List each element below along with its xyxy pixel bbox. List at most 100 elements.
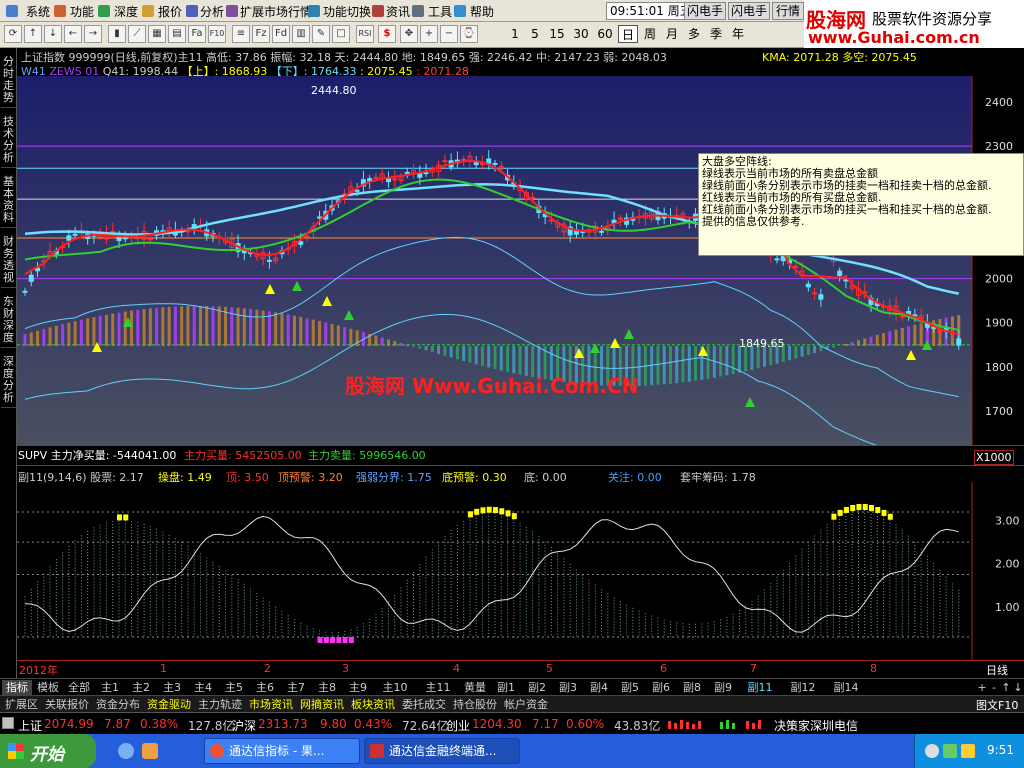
fa-icon[interactable]: Fa bbox=[188, 25, 206, 43]
tab-17[interactable]: 副3 bbox=[553, 680, 583, 695]
tab-nav-3[interactable]: ↓ bbox=[1012, 680, 1024, 695]
flash-button-2[interactable]: 闪电手 bbox=[728, 2, 770, 20]
period-day[interactable]: 日 bbox=[618, 25, 638, 43]
money-icon[interactable]: $ bbox=[378, 25, 396, 43]
tab-deep-analysis[interactable]: 深度分析 bbox=[1, 352, 16, 408]
refresh-icon[interactable]: ⟳ bbox=[4, 25, 22, 43]
tray-icon[interactable] bbox=[925, 744, 939, 758]
tab-technical[interactable]: 技术分析 bbox=[1, 112, 16, 168]
arrow-up-icon[interactable]: ↑ bbox=[24, 25, 42, 43]
tab-nav-2[interactable]: ↑ bbox=[1000, 680, 1012, 695]
ext-tab-0[interactable]: 扩展区 bbox=[2, 697, 41, 712]
period-30min[interactable]: 30 bbox=[570, 25, 592, 43]
tab-12[interactable]: 主10 bbox=[374, 680, 416, 695]
arrow-down-icon[interactable]: ↓ bbox=[44, 25, 62, 43]
table-icon[interactable]: ▤ bbox=[168, 25, 186, 43]
tab-financial[interactable]: 财务透视 bbox=[1, 232, 16, 288]
memo-icon[interactable]: ✎ bbox=[312, 25, 330, 43]
zoom-in-icon[interactable]: + bbox=[420, 25, 438, 43]
tab-21[interactable]: 副8 bbox=[677, 680, 707, 695]
ext-tab-7[interactable]: 板块资讯 bbox=[348, 697, 398, 712]
ext-tab-2[interactable]: 资金分布 bbox=[93, 697, 143, 712]
flash-button-1[interactable]: 闪电手 bbox=[684, 2, 726, 20]
window-icon[interactable]: □ bbox=[332, 25, 350, 43]
menu-system[interactable]: 系统 bbox=[26, 3, 50, 20]
period-60min[interactable]: 60 bbox=[594, 25, 616, 43]
period-quarter[interactable]: 季 bbox=[706, 25, 726, 43]
bar-chart-icon[interactable]: ▥ bbox=[292, 25, 310, 43]
tab-19[interactable]: 副5 bbox=[615, 680, 645, 695]
tab-15[interactable]: 副1 bbox=[491, 680, 521, 695]
task-indicator-window[interactable]: 通达信指标 - 果... bbox=[204, 738, 360, 764]
tab-20[interactable]: 副6 bbox=[646, 680, 676, 695]
tab-2[interactable]: 全部 bbox=[64, 680, 94, 695]
period-15min[interactable]: 15 bbox=[546, 25, 568, 43]
ext-tab-1[interactable]: 关联报价 bbox=[42, 697, 92, 712]
tab-4[interactable]: 主2 bbox=[126, 680, 156, 695]
fz-icon[interactable]: Fz bbox=[252, 25, 270, 43]
tray-network-icon[interactable] bbox=[943, 744, 957, 758]
sub-chart[interactable]: 3.00 2.00 1.00 bbox=[17, 482, 1024, 660]
tab-7[interactable]: 主5 bbox=[219, 680, 249, 695]
zoom-out-icon[interactable]: − bbox=[440, 25, 458, 43]
tab-24[interactable]: 副12 bbox=[782, 680, 824, 695]
menu-depth[interactable]: 深度 bbox=[114, 3, 138, 20]
tab-eastmoney[interactable]: 东财深度 bbox=[1, 292, 16, 348]
menu-switch[interactable]: 功能切换 bbox=[323, 3, 371, 20]
arrow-left-icon[interactable]: ← bbox=[64, 25, 82, 43]
period-1min[interactable]: 1 bbox=[506, 25, 524, 43]
ext-tab-5[interactable]: 市场资讯 bbox=[246, 697, 296, 712]
tab-6[interactable]: 主4 bbox=[188, 680, 218, 695]
tab-8[interactable]: 主6 bbox=[250, 680, 280, 695]
tray-volume-icon[interactable] bbox=[961, 744, 975, 758]
tab-13[interactable]: 主11 bbox=[417, 680, 459, 695]
tab-1[interactable]: 模板 bbox=[33, 680, 63, 695]
history-icon[interactable]: ⌚ bbox=[460, 25, 478, 43]
tab-10[interactable]: 主8 bbox=[312, 680, 342, 695]
start-button[interactable]: 开始 bbox=[0, 734, 96, 768]
candle-icon[interactable]: ▮ bbox=[108, 25, 126, 43]
menu-function[interactable]: 功能 bbox=[70, 3, 94, 20]
fd-icon[interactable]: Fd bbox=[272, 25, 290, 43]
quicklaunch-ie-icon[interactable] bbox=[118, 743, 134, 759]
ext-tab-10[interactable]: 帐户资金 bbox=[501, 697, 551, 712]
ratio-button[interactable]: X1000 bbox=[974, 450, 1014, 465]
menu-quote[interactable]: 报价 bbox=[158, 3, 182, 20]
period-5min[interactable]: 5 bbox=[526, 25, 544, 43]
tab-9[interactable]: 主7 bbox=[281, 680, 311, 695]
move-icon[interactable]: ✥ bbox=[400, 25, 418, 43]
tab-18[interactable]: 副4 bbox=[584, 680, 614, 695]
arrow-right-icon[interactable]: → bbox=[84, 25, 102, 43]
ext-tab-8[interactable]: 委托成交 bbox=[399, 697, 449, 712]
tab-16[interactable]: 副2 bbox=[522, 680, 552, 695]
tab-0[interactable]: 指标 bbox=[2, 680, 32, 695]
menu-news[interactable]: 资讯 bbox=[386, 3, 410, 20]
tab-11[interactable]: 主9 bbox=[343, 680, 373, 695]
tab-nav-0[interactable]: + bbox=[976, 680, 988, 695]
period-month[interactable]: 月 bbox=[662, 25, 682, 43]
ext-tab-6[interactable]: 网摘资讯 bbox=[297, 697, 347, 712]
tab-25[interactable]: 副14 bbox=[825, 680, 867, 695]
grid-icon[interactable]: ▦ bbox=[148, 25, 166, 43]
ext-tab-3[interactable]: 资金驱动 bbox=[144, 697, 194, 712]
period-multi[interactable]: 多 bbox=[684, 25, 704, 43]
tab-nav-1[interactable]: - bbox=[988, 680, 1000, 695]
ext-tab-9[interactable]: 持仓股份 bbox=[450, 697, 500, 712]
menu-extended-market[interactable]: 扩展市场行情 bbox=[240, 3, 312, 20]
period-week[interactable]: 周 bbox=[640, 25, 660, 43]
list-icon[interactable]: ≡ bbox=[232, 25, 250, 43]
menu-tools[interactable]: 工具 bbox=[428, 3, 452, 20]
tab-5[interactable]: 主3 bbox=[157, 680, 187, 695]
line-chart-icon[interactable]: ⟋ bbox=[128, 25, 146, 43]
menu-analysis[interactable]: 分析 bbox=[200, 3, 224, 20]
period-year[interactable]: 年 bbox=[728, 25, 748, 43]
tab-realtime[interactable]: 分时走势 bbox=[1, 52, 16, 108]
rsi-icon[interactable]: RSI bbox=[356, 25, 374, 43]
quote-button[interactable]: 行情 bbox=[772, 2, 804, 20]
ext-tab-4[interactable]: 主力轨迹 bbox=[195, 697, 245, 712]
f10-icon[interactable]: F10 bbox=[208, 25, 226, 43]
tab-fundamental[interactable]: 基本资料 bbox=[1, 172, 16, 228]
f10-link[interactable]: 图文F10 bbox=[976, 697, 1018, 713]
quicklaunch-app-icon[interactable] bbox=[142, 743, 158, 759]
task-terminal-window[interactable]: 通达信金融终端通... bbox=[364, 738, 520, 764]
